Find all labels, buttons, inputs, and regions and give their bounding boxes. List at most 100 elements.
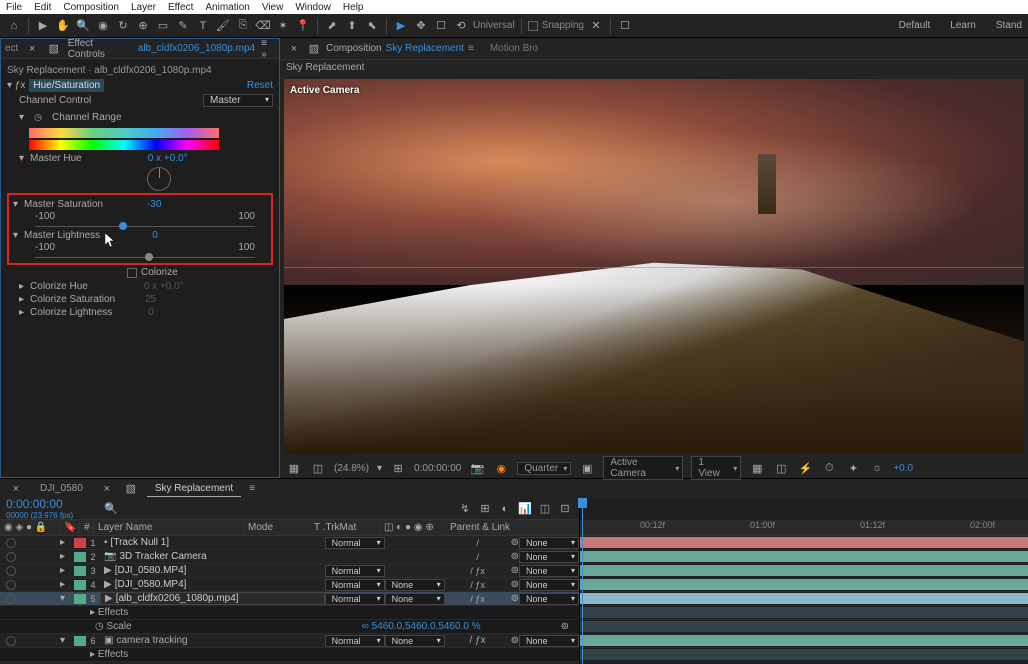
box-icon[interactable]: ☐	[433, 18, 449, 34]
close-tab-icon[interactable]: ×	[99, 481, 115, 497]
disclosure-icon[interactable]: ▾	[19, 153, 24, 164]
zoom-tool-icon[interactable]: 🔍	[75, 18, 91, 34]
view-dropdown[interactable]: 1 View	[691, 456, 741, 480]
channel-control-dropdown[interactable]: Master	[203, 94, 273, 107]
layer-row-6[interactable]: ▾ 6 ▣camera tracking Normal None / ƒx ⊚ …	[0, 634, 579, 648]
sublayer-effects[interactable]: ▸ Effects	[0, 606, 579, 620]
scale-value[interactable]: ∞ 5460.0,5460.0,5460.0 %	[362, 621, 481, 632]
sublayer-scale[interactable]: ◷ Scale ∞ 5460.0,5460.0,5460.0 % ⊚	[0, 620, 579, 634]
layer-mode-dropdown[interactable]: Normal	[325, 579, 385, 591]
guides-icon[interactable]: ▦	[749, 460, 765, 476]
menu-file[interactable]: File	[6, 2, 22, 13]
quality-dropdown[interactable]: Quarter	[517, 462, 571, 475]
lightness-slider-thumb[interactable]	[145, 253, 153, 261]
menu-composition[interactable]: Composition	[63, 2, 119, 13]
pen-tool-icon[interactable]: ✎	[175, 18, 191, 34]
layer-trkmat-dropdown[interactable]: None	[385, 635, 445, 647]
channel-range-spectrum-bottom[interactable]	[29, 140, 219, 150]
sublayer-effects-2[interactable]: ▸ Effects	[0, 648, 579, 662]
colorize-checkbox[interactable]	[127, 268, 137, 278]
layer-parent-dropdown[interactable]: None	[519, 593, 579, 605]
menu-layer[interactable]: Layer	[131, 2, 156, 13]
disclosure-icon[interactable]: ▸	[60, 579, 74, 590]
layer-row[interactable]: ▸ 4 ▶[DJI_0580.MP4] Normal None / ƒx ⊚ N…	[0, 578, 579, 592]
timecode[interactable]: 0:00:00:00	[6, 497, 73, 511]
shy-icon[interactable]: ↯	[457, 501, 473, 517]
workspace-default[interactable]: Default	[899, 20, 931, 31]
orbit-tool-icon[interactable]: ◉	[95, 18, 111, 34]
effect-name[interactable]: Hue/Saturation	[29, 79, 104, 92]
pickwhip-icon[interactable]: ⊚	[511, 551, 519, 562]
layer-switches[interactable]: / ƒx	[445, 594, 511, 604]
layer-row[interactable]: ▾ 5 ▶[alb_cldfx0206_1080p.mp4] Normal No…	[0, 592, 579, 606]
home-icon[interactable]: ⌂	[6, 18, 22, 34]
disclosure-icon[interactable]: ▾	[13, 230, 18, 241]
col-parent[interactable]: Parent & Link	[446, 522, 515, 533]
hand-tool-icon[interactable]: ✋	[55, 18, 71, 34]
fx-toggle-icon[interactable]: ▾ ƒx	[7, 80, 25, 91]
layer-color-swatch[interactable]	[74, 552, 86, 562]
effect-controls-tab[interactable]: Effect Controls	[68, 38, 132, 60]
composition-tab-label[interactable]: Composition	[326, 43, 382, 54]
channel-icon[interactable]: ◉	[493, 460, 509, 476]
pickwhip-icon[interactable]: ⊚	[511, 537, 519, 548]
col-trkmat[interactable]: T .TrkMat	[310, 522, 380, 533]
resolution-icon[interactable]: ⊞	[390, 460, 406, 476]
col-layer-name[interactable]: Layer Name	[94, 522, 244, 533]
layer-mode-dropdown[interactable]: Normal	[325, 537, 385, 549]
saturation-slider[interactable]	[35, 226, 255, 227]
snapping-checkbox[interactable]	[528, 21, 538, 31]
panel-label-project[interactable]: ect	[5, 43, 18, 54]
pan-icon[interactable]: ✥	[413, 18, 429, 34]
zoom-dropdown[interactable]: (24.8%)	[334, 463, 369, 474]
comp-tab-sky[interactable]: Sky Replacement	[147, 481, 241, 497]
stamp-tool-icon[interactable]: ⎘	[235, 18, 251, 34]
layer-trkmat-dropdown[interactable]: None	[385, 593, 445, 605]
region-icon[interactable]: ▣	[579, 460, 595, 476]
pickwhip-icon[interactable]: ⊚	[511, 593, 519, 604]
time-display[interactable]: 0:00:00:00	[414, 463, 461, 474]
draft-3d-icon[interactable]: ◫	[537, 501, 553, 517]
layer-color-swatch[interactable]	[74, 538, 86, 548]
layer-switches[interactable]: / ƒx	[445, 566, 511, 576]
master-hue-value[interactable]: 0 x +0.0°	[148, 153, 188, 164]
anchor-tool-icon[interactable]: ⊕	[135, 18, 151, 34]
workspace-standard[interactable]: Stand	[996, 20, 1022, 31]
visibility-toggle[interactable]	[6, 566, 16, 576]
composition-name[interactable]: Sky Replacement	[386, 43, 464, 54]
visibility-toggle[interactable]	[6, 580, 16, 590]
menu-view[interactable]: View	[262, 2, 284, 13]
pin-tool-icon[interactable]: 📍	[295, 18, 311, 34]
visibility-toggle[interactable]	[6, 552, 16, 562]
mask-icon[interactable]: ◫	[310, 460, 326, 476]
layer-color-swatch[interactable]	[74, 594, 86, 604]
pickwhip-icon[interactable]: ⊚	[511, 565, 519, 576]
brush-tool-icon[interactable]: 🖌	[215, 18, 231, 34]
menu-edit[interactable]: Edit	[34, 2, 51, 13]
timeline-tracks[interactable]: 00:12f 01:00f 01:12f 02:00f	[580, 498, 1028, 664]
layer-switches[interactable]: /	[445, 538, 511, 548]
snap-sub-icon[interactable]: ✕	[588, 18, 604, 34]
effect-controls-file[interactable]: alb_cldfx0206_1080p.mp4	[138, 43, 255, 54]
rect-tool-icon[interactable]: ▭	[155, 18, 171, 34]
col-mode[interactable]: Mode	[244, 522, 310, 533]
graph-editor-icon[interactable]: 📊	[517, 501, 533, 517]
search-icon[interactable]: 🔍	[103, 501, 119, 517]
exposure-value[interactable]: +0.0	[893, 463, 913, 474]
master-saturation-value[interactable]: -30	[147, 199, 161, 210]
time-ruler[interactable]: 00:12f 01:00f 01:12f 02:00f	[580, 520, 1028, 536]
reset-button[interactable]: Reset	[247, 80, 273, 91]
layer-parent-dropdown[interactable]: None	[519, 565, 579, 577]
layer-name[interactable]: 📷3D Tracker Camera	[100, 551, 325, 562]
playhead[interactable]	[582, 498, 583, 664]
menu-help[interactable]: Help	[343, 2, 364, 13]
layer-row[interactable]: ▸ 1 ▪[Track Null 1] Normal / ⊚ None	[0, 536, 579, 550]
menu-animation[interactable]: Animation	[205, 2, 249, 13]
workspace-learn[interactable]: Learn	[950, 20, 976, 31]
disclosure-icon[interactable]: ▸	[60, 565, 74, 576]
stopwatch-icon[interactable]: ◷	[30, 109, 46, 125]
layer-name[interactable]: ▶[DJI_0580.MP4]	[100, 579, 325, 590]
layer-row[interactable]: ▸ 3 ▶[DJI_0580.MP4] Normal / ƒx ⊚ None	[0, 564, 579, 578]
roto-tool-icon[interactable]: ✶	[275, 18, 291, 34]
layer-parent-dropdown[interactable]: None	[519, 551, 579, 563]
